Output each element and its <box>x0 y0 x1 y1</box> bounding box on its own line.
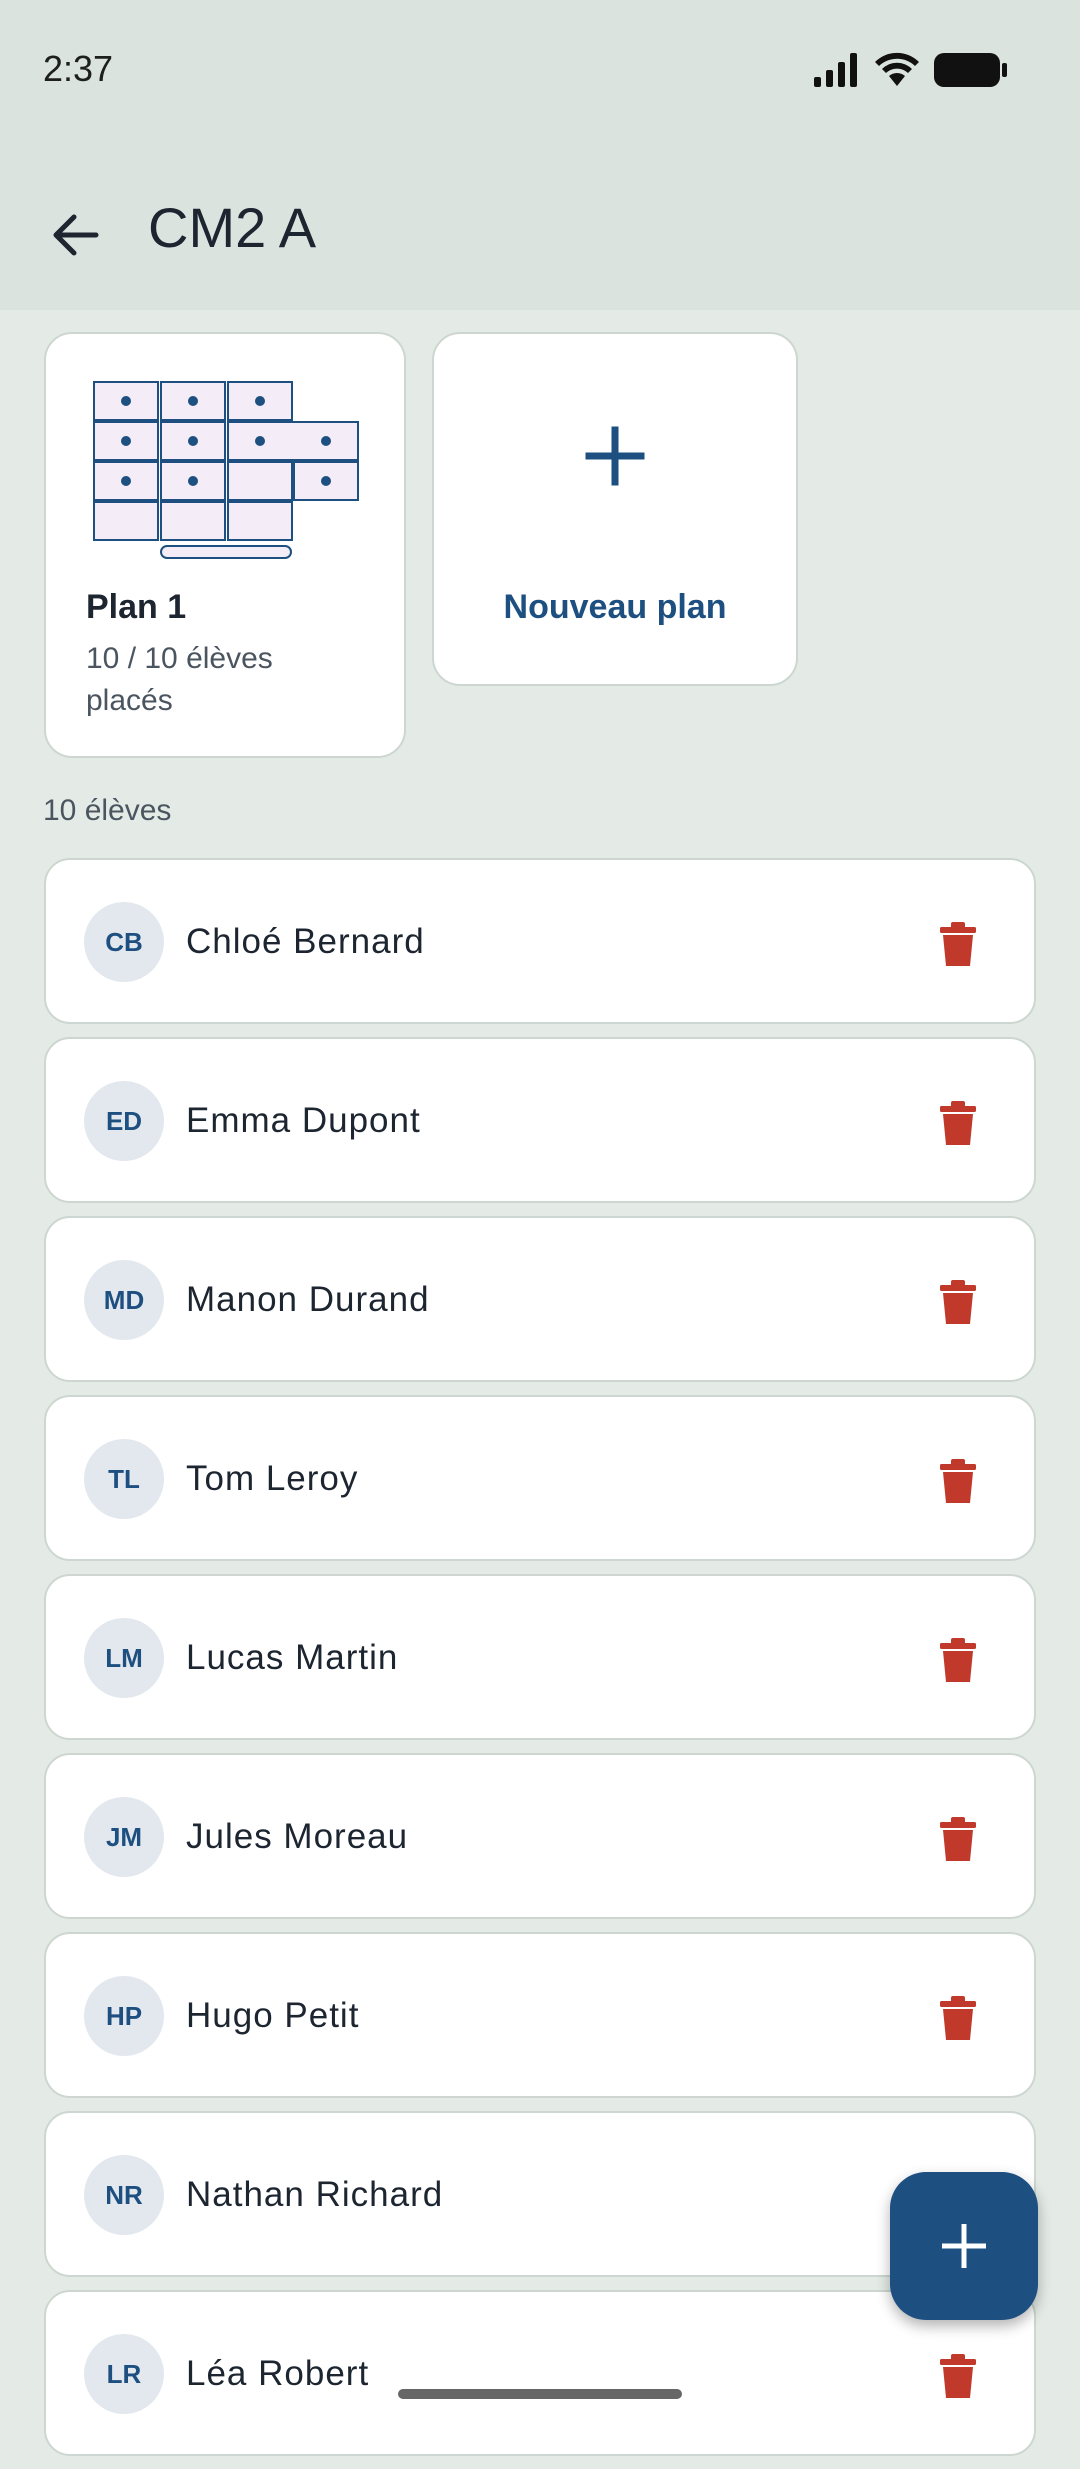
student-list: CB Chloé Bernard ED Emma Dupont MD Manon… <box>44 858 1036 2469</box>
plan-card[interactable]: Plan 1 10 / 10 élèves placés <box>44 332 406 758</box>
student-row[interactable]: NR Nathan Richard <box>44 2111 1036 2277</box>
plus-icon <box>942 2224 986 2268</box>
app-bar: CM2 A <box>0 140 1080 310</box>
student-name: Nathan Richard <box>186 2175 444 2214</box>
trash-icon[interactable] <box>938 1280 978 1324</box>
status-bar: 2:37 <box>0 0 1080 140</box>
plan-placement-status: 10 / 10 élèves placés <box>86 642 273 717</box>
avatar: TL <box>84 1439 164 1519</box>
student-name: Manon Durand <box>186 1280 430 1319</box>
trash-icon[interactable] <box>938 1101 978 1145</box>
avatar: JM <box>84 1797 164 1877</box>
student-row[interactable]: TL Tom Leroy <box>44 1395 1036 1561</box>
trash-icon[interactable] <box>938 922 978 966</box>
status-icons <box>814 50 1008 90</box>
student-name: Léa Robert <box>186 2354 370 2393</box>
avatar: NR <box>84 2155 164 2235</box>
page-title: CM2 A <box>148 196 317 259</box>
trash-icon[interactable] <box>938 1996 978 2040</box>
trash-icon[interactable] <box>938 1459 978 1503</box>
avatar: LM <box>84 1618 164 1698</box>
student-name: Tom Leroy <box>186 1459 359 1498</box>
student-name: Lucas Martin <box>186 1638 399 1677</box>
avatar: CB <box>84 902 164 982</box>
student-row[interactable]: JM Jules Moreau <box>44 1753 1036 1919</box>
new-plan-label: Nouveau plan <box>503 588 727 626</box>
trash-icon[interactable] <box>938 1817 978 1861</box>
student-name: Hugo Petit <box>186 1996 360 2035</box>
avatar: MD <box>84 1260 164 1340</box>
new-plan-button[interactable]: Nouveau plan <box>432 332 798 686</box>
student-row[interactable]: ED Emma Dupont <box>44 1037 1036 1203</box>
student-name: Jules Moreau <box>186 1817 409 1856</box>
plus-icon <box>434 426 796 491</box>
student-row[interactable]: CB Chloé Bernard <box>44 858 1036 1024</box>
student-row[interactable]: LR Léa Robert <box>44 2290 1036 2456</box>
status-time: 2:37 <box>43 48 114 89</box>
student-name: Emma Dupont <box>186 1101 421 1140</box>
arrow-left-icon <box>53 214 99 256</box>
add-student-button[interactable] <box>890 2172 1038 2320</box>
students-count: 10 élèves <box>43 794 172 827</box>
student-row[interactable]: HP Hugo Petit <box>44 1932 1036 2098</box>
wifi-icon <box>875 52 919 86</box>
student-name: Chloé Bernard <box>186 922 425 961</box>
back-button[interactable] <box>40 200 110 270</box>
seating-plan-thumbnail <box>93 381 359 559</box>
plan-name: Plan 1 <box>86 588 187 626</box>
battery-icon <box>934 53 1007 87</box>
trash-icon[interactable] <box>938 2354 978 2398</box>
student-row[interactable]: LM Lucas Martin <box>44 1574 1036 1740</box>
avatar: LR <box>84 2334 164 2414</box>
home-indicator[interactable] <box>398 2389 682 2399</box>
trash-icon[interactable] <box>938 1638 978 1682</box>
student-row[interactable]: MD Manon Durand <box>44 1216 1036 1382</box>
avatar: HP <box>84 1976 164 2056</box>
avatar: ED <box>84 1081 164 1161</box>
signal-icon <box>814 53 857 87</box>
